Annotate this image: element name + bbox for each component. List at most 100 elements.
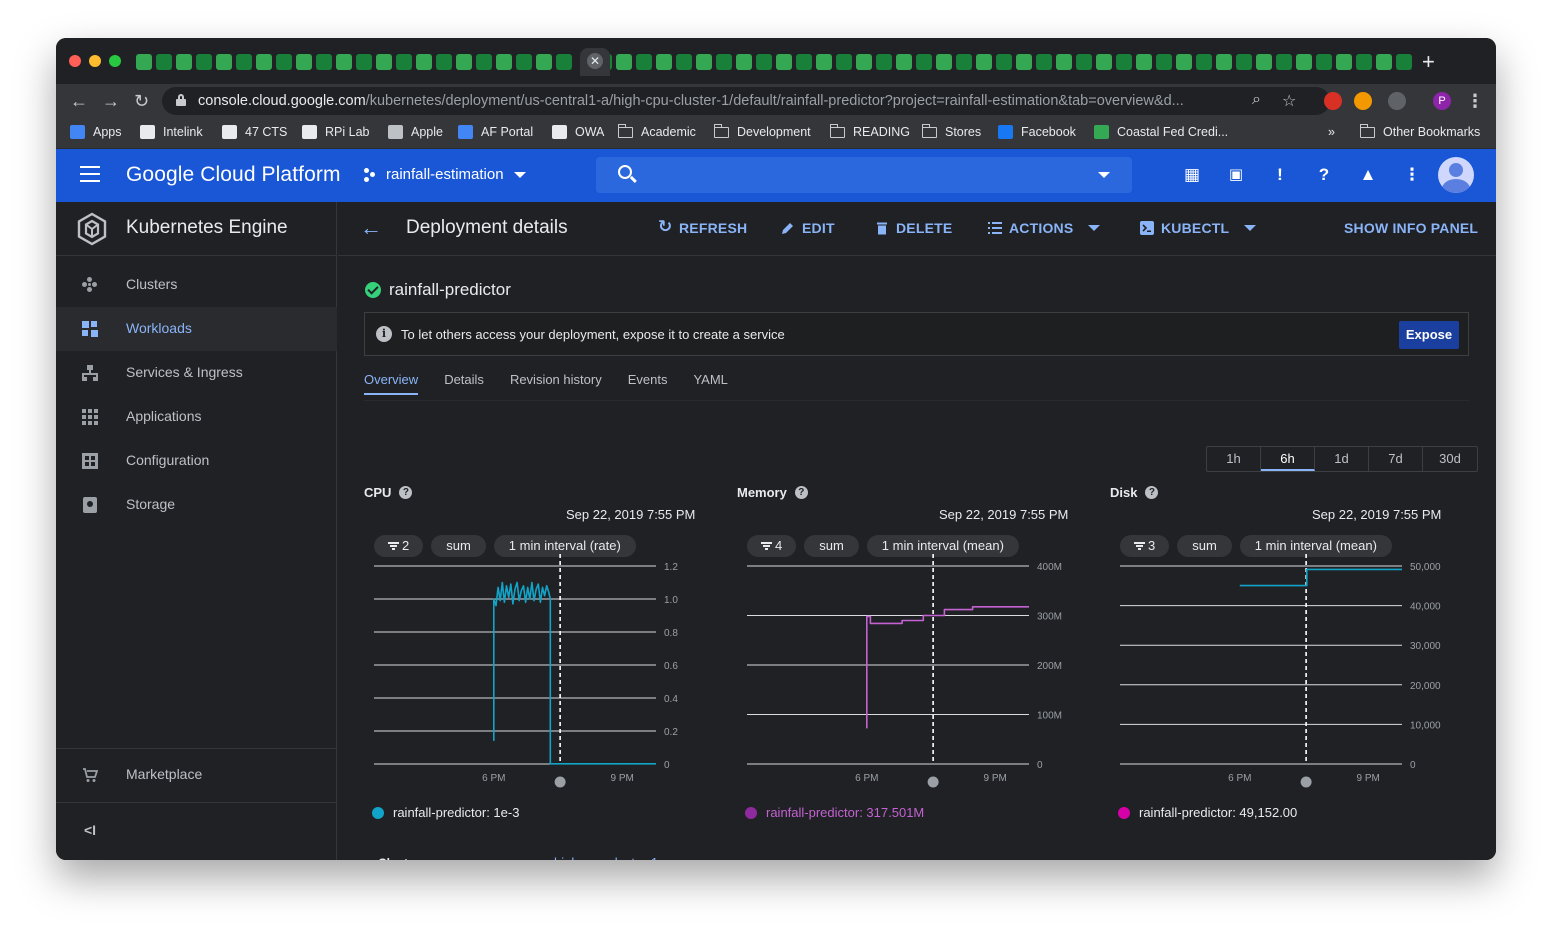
browser-tab-favicon[interactable] <box>456 54 472 70</box>
browser-tab-favicon[interactable] <box>1116 54 1132 70</box>
back-icon[interactable]: ← <box>70 90 88 112</box>
sidebar-item-configuration[interactable]: Configuration <box>56 439 337 483</box>
bookmark-intelink[interactable]: Intelink <box>140 125 203 139</box>
sidebar-item-marketplace[interactable]: Marketplace <box>56 753 337 797</box>
bookmark-coastal-fed-credi[interactable]: Coastal Fed Credi... <box>1094 125 1228 139</box>
browser-tab-favicon[interactable] <box>436 54 452 70</box>
active-browser-tab[interactable]: ✕ <box>580 48 610 76</box>
close-tab-icon[interactable]: ✕ <box>587 53 603 69</box>
bookmark-apps[interactable]: Apps <box>70 125 122 139</box>
collapse-nav-icon[interactable]: <I <box>84 822 96 838</box>
browser-tab-favicon[interactable] <box>736 54 752 70</box>
tab-details[interactable]: Details <box>444 370 484 398</box>
sidebar-item-clusters[interactable]: Clusters <box>56 263 337 307</box>
time-range-1d[interactable]: 1d <box>1315 447 1369 471</box>
bookmark-owa[interactable]: OWA <box>552 125 604 139</box>
minimize-window-button[interactable] <box>89 55 101 67</box>
show-info-panel-button[interactable]: SHOW INFO PANEL <box>1344 220 1478 236</box>
browser-tab-favicon[interactable] <box>756 54 772 70</box>
detail-value[interactable]: high-cpu-cluster-1 <box>554 855 658 860</box>
browser-tab-favicon[interactable] <box>1356 54 1372 70</box>
browser-tab-favicon[interactable] <box>716 54 732 70</box>
browser-menu-icon[interactable]: ⋮ <box>1466 90 1484 112</box>
bookmark-47-cts[interactable]: 47 CTS <box>222 125 287 139</box>
browser-tab-favicon[interactable] <box>816 54 832 70</box>
other-bookmarks[interactable]: Other Bookmarks <box>1360 123 1480 139</box>
bookmark-stores[interactable]: Stores <box>922 123 981 139</box>
profile-avatar[interactable]: P <box>1433 92 1451 110</box>
browser-tab-favicon[interactable] <box>1176 54 1192 70</box>
delete-button[interactable]: DELETE <box>875 220 952 236</box>
url-text[interactable]: console.cloud.google.com/kubernetes/depl… <box>198 93 1184 109</box>
actions-menu-button[interactable]: ACTIONS <box>988 220 1101 236</box>
chart-disk[interactable]: 0 10,000 20,000 30,000 40,000 50,000 6 PM 9 PM <box>1110 550 1450 790</box>
browser-tab-favicon[interactable] <box>1336 54 1352 70</box>
bookmark-facebook[interactable]: Facebook <box>998 125 1076 139</box>
bookmark-academic[interactable]: Academic <box>618 123 696 139</box>
browser-tab-favicon[interactable] <box>516 54 532 70</box>
help-icon[interactable]: ? <box>1145 486 1159 499</box>
search-input[interactable] <box>596 157 1132 193</box>
bookmark-reading[interactable]: READING <box>830 123 910 139</box>
browser-tab-favicon[interactable] <box>1016 54 1032 70</box>
help-icon[interactable]: ? <box>794 486 808 499</box>
forward-icon[interactable]: → <box>102 90 120 112</box>
browser-tab-favicon[interactable] <box>1376 54 1392 70</box>
browser-tab-favicon[interactable] <box>1196 54 1212 70</box>
cloud-shell-icon[interactable]: ▣ <box>1226 165 1246 185</box>
extension-icon[interactable] <box>1354 92 1372 110</box>
browser-tab-favicon[interactable] <box>656 54 672 70</box>
browser-tab-favicon[interactable] <box>836 54 852 70</box>
browser-tab-favicon[interactable] <box>616 54 632 70</box>
time-cursor-handle[interactable] <box>1300 776 1312 788</box>
feedback-icon[interactable]: ! <box>1270 165 1290 185</box>
browser-tab-favicon[interactable] <box>376 54 392 70</box>
project-selector[interactable]: rainfall-estimation <box>364 166 526 183</box>
sidebar-item-workloads[interactable]: Workloads <box>56 307 337 351</box>
browser-tab-favicon[interactable] <box>1276 54 1292 70</box>
address-bar[interactable]: console.cloud.google.com/kubernetes/depl… <box>162 87 1330 115</box>
gift-icon[interactable]: ▦ <box>1182 165 1202 185</box>
notifications-icon[interactable]: ▲ <box>1358 165 1378 185</box>
browser-tab-favicon[interactable] <box>396 54 412 70</box>
menu-icon[interactable] <box>80 166 100 182</box>
chart-memory[interactable]: 0 100M 200M 300M 400M 6 PM 9 PM <box>737 550 1077 790</box>
edit-button[interactable]: EDIT <box>781 220 835 236</box>
browser-tab-favicon[interactable] <box>216 54 232 70</box>
close-window-button[interactable] <box>69 55 81 67</box>
kubectl-menu-button[interactable]: KUBECTL <box>1140 220 1257 236</box>
time-range-6h[interactable]: 6h <box>1261 447 1315 471</box>
browser-tab-favicon[interactable] <box>1096 54 1112 70</box>
browser-tab-favicon[interactable] <box>1156 54 1172 70</box>
user-avatar[interactable] <box>1438 157 1474 193</box>
browser-tab-favicon[interactable] <box>1236 54 1252 70</box>
browser-tab-favicon[interactable] <box>276 54 292 70</box>
browser-tab-favicon[interactable] <box>1396 54 1412 70</box>
browser-tab-favicon[interactable] <box>1296 54 1312 70</box>
chevron-down-icon[interactable] <box>1098 172 1110 178</box>
extension-icon[interactable] <box>1324 92 1342 110</box>
browser-tab-favicon[interactable] <box>976 54 992 70</box>
zoom-icon[interactable]: ⌕ <box>1252 91 1261 109</box>
browser-tab-favicon[interactable] <box>176 54 192 70</box>
browser-tab-favicon[interactable] <box>136 54 152 70</box>
browser-tab-favicon[interactable] <box>856 54 872 70</box>
more-vert-icon[interactable]: ⋮ <box>1402 165 1422 185</box>
browser-tab-favicon[interactable] <box>296 54 312 70</box>
time-cursor-handle[interactable] <box>554 776 566 788</box>
bookmark-star-icon[interactable]: ☆ <box>1282 91 1296 111</box>
tab-overview[interactable]: Overview <box>364 370 419 398</box>
browser-tab-favicon[interactable] <box>1316 54 1332 70</box>
browser-tab-favicon[interactable] <box>1136 54 1152 70</box>
time-range-1h[interactable]: 1h <box>1207 447 1261 471</box>
tab-yaml[interactable]: YAML <box>693 370 727 398</box>
browser-tab-favicon[interactable] <box>956 54 972 70</box>
browser-tab-favicon[interactable] <box>536 54 552 70</box>
gcp-title[interactable]: Google Cloud Platform <box>126 163 341 187</box>
browser-tab-favicon[interactable] <box>696 54 712 70</box>
browser-tab-favicon[interactable] <box>316 54 332 70</box>
browser-tab-favicon[interactable] <box>916 54 932 70</box>
bookmark-development[interactable]: Development <box>714 123 811 139</box>
time-range-7d[interactable]: 7d <box>1369 447 1423 471</box>
help-icon[interactable]: ? <box>1314 165 1334 185</box>
